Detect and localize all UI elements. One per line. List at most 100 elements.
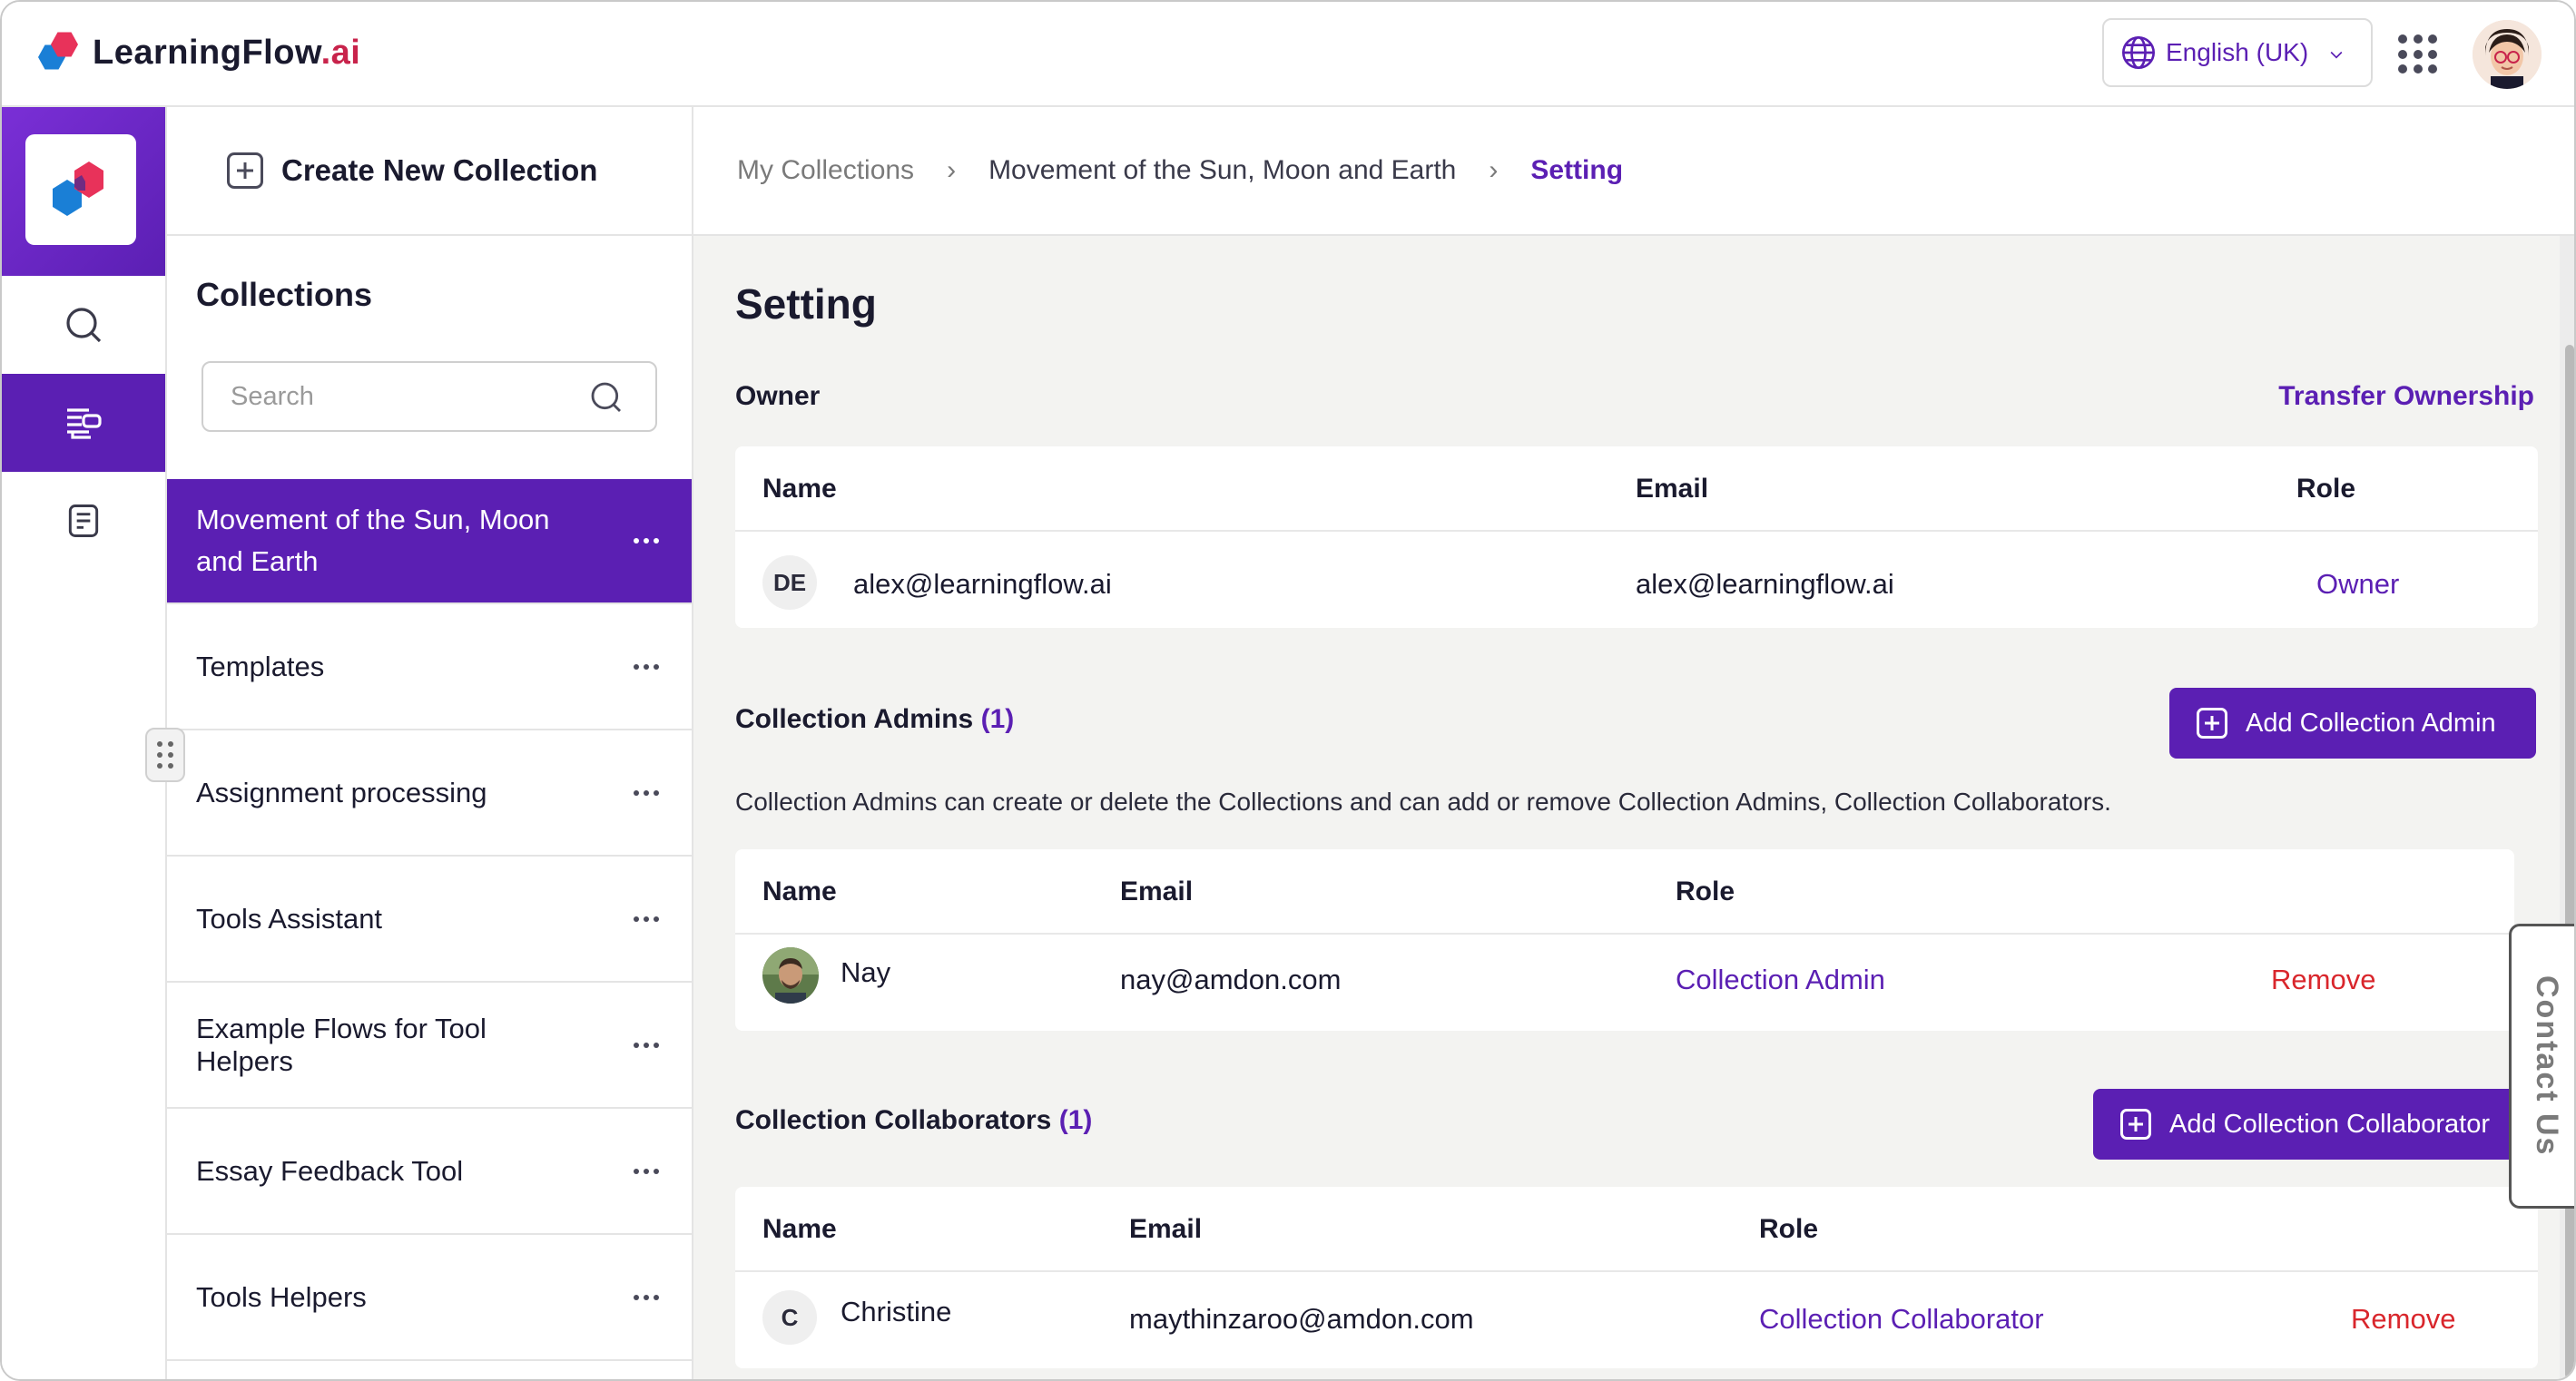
rail-logo[interactable] (2, 107, 165, 276)
rail-collections[interactable] (2, 374, 165, 472)
apps-grid-icon[interactable] (2398, 34, 2438, 74)
panel-resize-handle[interactable] (145, 728, 185, 782)
collection-search-input[interactable] (231, 381, 575, 412)
avatar: C (762, 1290, 817, 1345)
plus-square-icon (2197, 708, 2227, 739)
language-selector[interactable]: English (UK) (2102, 18, 2373, 87)
add-collection-admin-button[interactable]: Add Collection Admin (2169, 688, 2536, 759)
app-window: LearningFlow.ai English (UK) Create New … (0, 0, 2576, 1381)
transfer-ownership-link[interactable]: Transfer Ownership (2278, 381, 2534, 412)
remove-button[interactable]: Remove (2351, 1303, 2455, 1336)
logo-icon (38, 31, 82, 74)
contact-us-label: Contact Us (2530, 975, 2564, 1157)
table-header: Name Email Role (735, 849, 2514, 935)
collaborators-table: Name Email Role C Christine maythinzaroo… (735, 1187, 2538, 1368)
member-email: alex@learningflow.ai (1636, 568, 1894, 600)
table-header: Name Email Role (735, 1187, 2538, 1272)
column-header-email: Email (1120, 877, 1194, 906)
collection-item[interactable]: Tools Assistant (167, 857, 692, 983)
collection-item-label: Example Flows for Tool Helpers (196, 1012, 487, 1077)
column-header-role: Role (1676, 877, 1735, 906)
admins-count: (1) (980, 704, 1015, 734)
page-title: Setting (735, 280, 877, 328)
column-header-email: Email (1129, 1214, 1203, 1244)
chevron-down-icon (2330, 51, 2343, 59)
collection-list: Movement of the Sun, Moon and Earth Temp… (167, 479, 692, 1361)
collection-item-label: Templates (196, 650, 325, 682)
column-header-email: Email (1636, 474, 1709, 504)
owner-heading: Owner (735, 381, 821, 411)
brand-logo[interactable]: LearningFlow.ai (38, 31, 360, 74)
member-role: Owner (2316, 568, 2400, 600)
collections-panel: Create New Collection Collections Moveme… (167, 107, 693, 1379)
collaborators-count: (1) (1058, 1105, 1093, 1135)
icon-rail (2, 107, 167, 1379)
avatar: DE (762, 555, 817, 610)
member-name: Christine (841, 1296, 952, 1327)
member-role[interactable]: Collection Admin (1676, 964, 1885, 996)
collections-icon (67, 408, 102, 439)
collection-item-label: Assignment processing (196, 776, 487, 808)
user-avatar[interactable] (2473, 20, 2542, 89)
app-logo-icon (53, 162, 103, 216)
breadcrumb-parent[interactable]: Movement of the Sun, Moon and Earth (988, 155, 1456, 186)
table-header: Name Email Role (735, 446, 2538, 532)
collection-item-label: Tools Assistant (196, 902, 383, 935)
search-icon (66, 308, 102, 343)
brand-name: LearningFlow.ai (93, 33, 361, 72)
member-name: alex@learningflow.ai (853, 568, 1112, 600)
more-options-icon[interactable] (634, 663, 659, 670)
collection-item[interactable]: Templates (167, 604, 692, 730)
top-bar: LearningFlow.ai English (UK) (2, 2, 2574, 107)
scrollbar-thumb[interactable] (2565, 345, 2574, 1379)
avatar (762, 947, 819, 1004)
chevron-right-icon: › (947, 155, 957, 185)
collections-title: Collections (196, 276, 373, 313)
member-role[interactable]: Collection Collaborator (1759, 1303, 2044, 1336)
contact-us-tab[interactable]: Contact Us (2509, 924, 2574, 1209)
search-icon[interactable] (588, 379, 624, 416)
member-email: nay@amdon.com (1120, 964, 1342, 995)
collection-item[interactable]: Essay Feedback Tool (167, 1109, 692, 1235)
notes-icon (68, 504, 99, 537)
remove-button[interactable]: Remove (2271, 964, 2375, 996)
column-header-role: Role (2296, 474, 2356, 504)
more-options-icon[interactable] (634, 1294, 659, 1300)
collection-item[interactable]: Tools Helpers (167, 1235, 692, 1361)
rail-notes[interactable] (2, 472, 165, 570)
owner-table: Name Email Role DE alex@learningflow.ai … (735, 446, 2538, 628)
plus-square-icon (2120, 1109, 2151, 1140)
add-collection-collaborator-label: Add Collection Collaborator (2169, 1109, 2491, 1139)
breadcrumb-current: Setting (1530, 155, 1624, 185)
collection-item[interactable]: Example Flows for Tool Helpers (167, 983, 692, 1109)
column-header-name: Name (762, 474, 837, 504)
member-email: maythinzaroo@amdon.com (1129, 1303, 1474, 1335)
collection-search[interactable] (202, 361, 657, 432)
admins-description: Collection Admins can create or delete t… (735, 788, 2111, 816)
admins-table: Name Email Role Nay nay@amdon.com Collec… (735, 849, 2514, 1031)
add-collection-collaborator-button[interactable]: Add Collection Collaborator (2093, 1089, 2529, 1160)
collection-item[interactable]: Movement of the Sun, Moon and Earth (167, 479, 692, 604)
plus-square-icon (227, 152, 263, 189)
more-options-icon[interactable] (634, 1042, 659, 1048)
more-options-icon[interactable] (634, 789, 659, 796)
column-header-name: Name (762, 1214, 837, 1244)
column-header-name: Name (762, 877, 837, 906)
member-name: Nay (841, 956, 891, 988)
globe-icon (2122, 36, 2155, 69)
scrollbar[interactable] (2560, 236, 2574, 1379)
main-content: My Collections › Movement of the Sun, Mo… (693, 107, 2574, 1379)
more-options-icon[interactable] (634, 538, 659, 544)
rail-search[interactable] (2, 276, 165, 374)
collaborators-heading: Collection Collaborators (1) (735, 1105, 1093, 1135)
more-options-icon[interactable] (634, 916, 659, 922)
collection-item-label: Tools Helpers (196, 1280, 367, 1313)
create-collection-button[interactable]: Create New Collection (167, 107, 692, 236)
breadcrumb-root[interactable]: My Collections (737, 155, 914, 186)
collection-item[interactable]: Assignment processing (167, 730, 692, 857)
breadcrumb: My Collections › Movement of the Sun, Mo… (693, 107, 2574, 236)
admins-heading: Collection Admins (1) (735, 704, 1015, 734)
collection-item-label: Movement of the Sun, Moon and Earth (196, 504, 550, 577)
collection-item-label: Essay Feedback Tool (196, 1154, 464, 1187)
more-options-icon[interactable] (634, 1168, 659, 1174)
